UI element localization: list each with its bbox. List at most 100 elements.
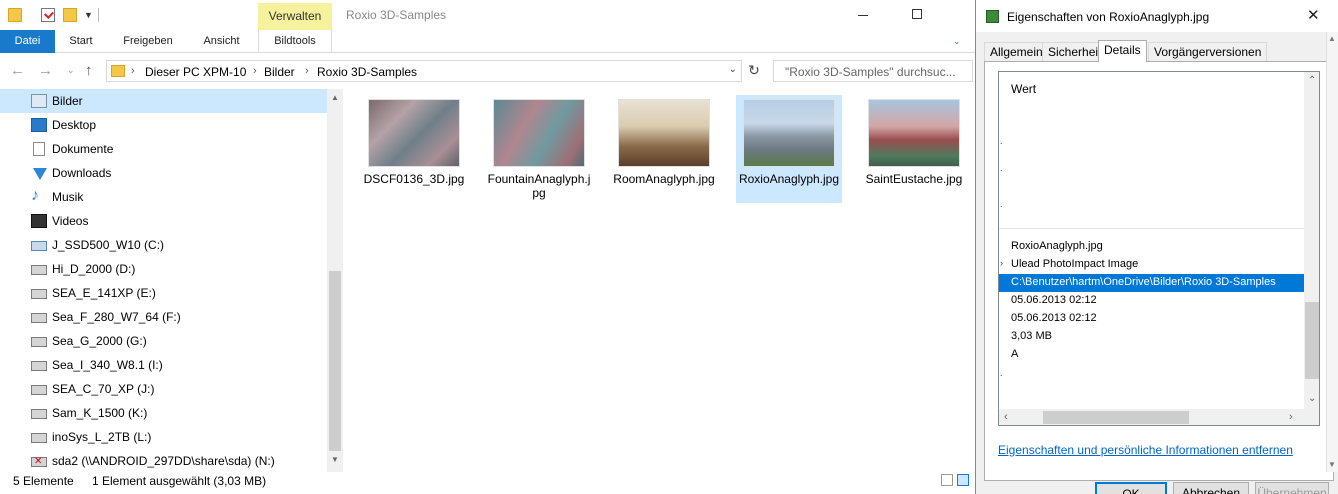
property-value: 3,03 MB: [1011, 330, 1052, 342]
list-item[interactable]: 3,03 MB: [999, 328, 1305, 346]
close-icon[interactable]: ✕: [1307, 6, 1320, 24]
sidebar-item-drive-i[interactable]: Sea_I_340_W8.1 (I:): [0, 353, 327, 377]
file-item[interactable]: SaintEustache.jpg: [861, 95, 967, 203]
breadcrumb-chevron-icon[interactable]: ›: [131, 65, 135, 77]
property-value: Ulead PhotoImpact Image: [1011, 258, 1139, 270]
sidebar-item-drive-l[interactable]: inoSys_L_2TB (L:): [0, 425, 327, 449]
list-item[interactable]: 05.06.2013 02:12: [999, 310, 1305, 328]
address-bar[interactable]: › Dieser PC XPM-10 › Bilder › Roxio 3D-S…: [106, 60, 742, 82]
sidebar-scrollbar[interactable]: ▲ ▼: [327, 89, 343, 472]
large-icons-view-icon[interactable]: [957, 474, 969, 486]
sidebar-item-label: SEA_E_141XP (E:): [52, 286, 156, 300]
scrollbar-thumb[interactable]: [329, 271, 341, 451]
list-item[interactable]: A: [999, 346, 1305, 364]
new-folder-icon[interactable]: [63, 8, 77, 22]
breadcrumb-bilder[interactable]: Bilder: [264, 65, 295, 79]
recent-locations-chevron-icon[interactable]: ⌄: [67, 65, 75, 76]
breadcrumb-this-pc[interactable]: Dieser PC XPM-10: [145, 65, 246, 79]
sidebar-item-drive-k[interactable]: Sam_K_1500 (K:): [0, 401, 327, 425]
sidebar-item-drive-n[interactable]: sda2 (\\ANDROID_297DD\share\sda) (N:): [0, 449, 327, 473]
property-value: 05.06.2013 02:12: [1011, 312, 1097, 324]
tab-vorgaengerversionen[interactable]: Vorgängerversionen: [1148, 42, 1268, 62]
remove-properties-link[interactable]: Eigenschaften und persönliche Informatio…: [998, 443, 1293, 457]
contextual-tab-manage[interactable]: Verwalten: [258, 3, 332, 30]
search-input[interactable]: "Roxio 3D-Samples" durchsuc...: [773, 60, 973, 82]
forward-arrow-icon[interactable]: →: [38, 62, 53, 79]
property-value: 05.06.2013 02:12: [1011, 294, 1097, 306]
sidebar-item-dokumente[interactable]: Dokumente: [0, 137, 327, 161]
scroll-down-icon[interactable]: ▼: [1328, 460, 1336, 469]
tab-start[interactable]: Start: [55, 30, 107, 53]
sidebar-item-drive-f[interactable]: Sea_F_280_W7_64 (F:): [0, 305, 327, 329]
scroll-right-icon[interactable]: ›: [1289, 411, 1293, 423]
quick-access-dropdown-icon[interactable]: ▼: [84, 10, 93, 20]
file-item[interactable]: RoomAnaglyph.jpg: [611, 95, 717, 203]
file-explorer-window: ▼ Verwalten Roxio 3D-Samples Datei Start…: [0, 0, 975, 494]
list-item[interactable]: RoxioAnaglyph.jpg: [999, 238, 1305, 256]
sidebar-item-label: Sea_F_280_W7_64 (F:): [52, 310, 181, 324]
tab-freigeben[interactable]: Freigeben: [111, 30, 185, 53]
scroll-up-icon[interactable]: ▲: [331, 93, 339, 102]
refresh-icon[interactable]: ↻: [743, 62, 765, 82]
folder-icon[interactable]: [8, 8, 22, 22]
sidebar-item-label: Desktop: [52, 118, 97, 132]
column-header-value[interactable]: Wert: [1011, 82, 1036, 96]
properties-icon[interactable]: [41, 8, 55, 22]
list-item-selected[interactable]: C:\Benutzer\hartm\OneDrive\Bilder\Roxio …: [999, 274, 1305, 292]
dialog-title: Eigenschaften von RoxioAnaglyph.jpg: [1007, 10, 1210, 24]
minimize-icon[interactable]: [858, 15, 868, 16]
image-thumbnail: [618, 99, 710, 167]
breadcrumb-chevron-icon[interactable]: ›: [253, 65, 257, 77]
sidebar-item-label: Sea_I_340_W8.1 (I:): [52, 358, 163, 372]
drive-icon: [31, 385, 47, 395]
file-name: DSCF0136_3D.jpg: [363, 172, 465, 186]
scrollbar-thumb[interactable]: [1043, 411, 1189, 424]
address-dropdown-icon[interactable]: ⌄: [729, 64, 737, 75]
ok-button[interactable]: OK: [1095, 482, 1167, 494]
sidebar-item-bilder[interactable]: Bilder: [0, 89, 327, 113]
breadcrumb-chevron-icon[interactable]: ›: [305, 65, 309, 77]
list-item[interactable]: › Ulead PhotoImpact Image: [999, 256, 1305, 274]
sidebar-item-label: Dokumente: [52, 142, 114, 156]
details-view-icon[interactable]: [941, 474, 953, 486]
breadcrumb-roxio[interactable]: Roxio 3D-Samples: [317, 65, 417, 79]
apply-button[interactable]: Übernehmen: [1255, 482, 1329, 494]
tab-ansicht[interactable]: Ansicht: [189, 30, 254, 53]
ribbon-expand-icon[interactable]: ⌄: [953, 36, 961, 47]
tab-bildtools[interactable]: Bildtools: [258, 30, 332, 53]
folder-icon: [111, 65, 125, 77]
sidebar-item-desktop[interactable]: Desktop: [0, 113, 327, 137]
tab-datei[interactable]: Datei: [0, 30, 55, 53]
sidebar-item-label: Downloads: [52, 166, 112, 180]
sidebar-item-drive-d[interactable]: Hi_D_2000 (D:): [0, 257, 327, 281]
sidebar-item-musik[interactable]: ♪ Musik: [0, 185, 327, 209]
file-item-selected[interactable]: RoxioAnaglyph.jpg: [736, 95, 842, 203]
sidebar-item-videos[interactable]: Videos: [0, 209, 327, 233]
file-item[interactable]: DSCF0136_3D.jpg: [361, 95, 467, 203]
drive-icon: [31, 361, 47, 371]
up-arrow-icon[interactable]: ↑: [85, 62, 93, 79]
scroll-down-icon[interactable]: ⌄: [1308, 393, 1316, 404]
maximize-icon[interactable]: [912, 9, 922, 19]
file-item[interactable]: FountainAnaglyph.jpg: [486, 95, 592, 203]
scroll-up-icon[interactable]: ⌃: [1308, 75, 1316, 86]
scroll-down-icon[interactable]: ▼: [331, 455, 339, 464]
sidebar-item-drive-c[interactable]: J_SSD500_W10 (C:): [0, 233, 327, 257]
horizontal-scrollbar[interactable]: ‹ ›: [999, 409, 1319, 425]
scroll-left-icon[interactable]: ‹: [1004, 411, 1008, 423]
sidebar-item-drive-g[interactable]: Sea_G_2000 (G:): [0, 329, 327, 353]
sidebar-item-downloads[interactable]: Downloads: [0, 161, 327, 185]
drive-icon: [31, 313, 47, 323]
property-list[interactable]: Wert . . . RoxioAnaglyph.jpg › Ulead Pho…: [998, 71, 1320, 426]
scrollbar-thumb[interactable]: [1305, 302, 1319, 379]
sidebar-item-drive-j[interactable]: SEA_C_70_XP (J:): [0, 377, 327, 401]
cancel-button[interactable]: Abbrechen: [1173, 482, 1249, 494]
tab-details[interactable]: Details: [1098, 40, 1147, 62]
background-scrollbar[interactable]: ▲ ▼: [1326, 32, 1338, 472]
scroll-up-icon[interactable]: ▲: [1328, 34, 1336, 43]
tab-allgemein[interactable]: Allgemein: [984, 42, 1049, 62]
list-item[interactable]: 05.06.2013 02:12: [999, 292, 1305, 310]
sidebar-item-drive-e[interactable]: SEA_E_141XP (E:): [0, 281, 327, 305]
vertical-scrollbar[interactable]: ⌃ ⌄: [1304, 72, 1319, 409]
back-arrow-icon[interactable]: ←: [10, 62, 25, 79]
